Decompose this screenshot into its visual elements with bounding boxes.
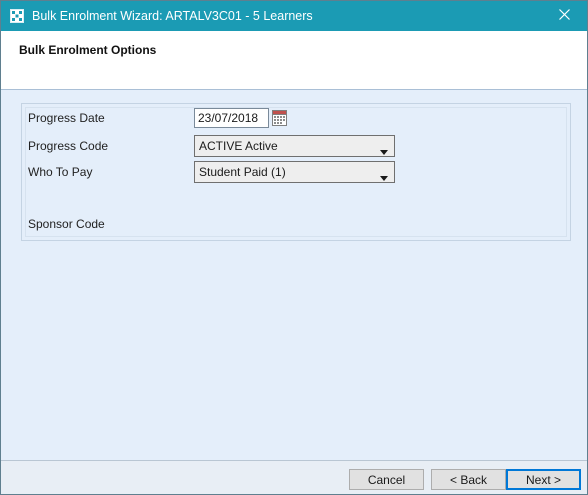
who-to-pay-label: Who To Pay — [28, 165, 93, 179]
progress-code-value: ACTIVE Active — [199, 139, 278, 153]
sponsor-code-label: Sponsor Code — [28, 217, 105, 231]
progress-code-select[interactable]: ACTIVE Active — [194, 135, 395, 157]
progress-code-label: Progress Code — [28, 139, 109, 153]
window-title: Bulk Enrolment Wizard: ARTALV3C01 - 5 Le… — [32, 9, 313, 23]
close-button[interactable] — [541, 1, 587, 31]
cancel-button[interactable]: Cancel — [349, 469, 424, 490]
progress-date-input[interactable] — [194, 108, 269, 128]
wizard-window: Bulk Enrolment Wizard: ARTALV3C01 - 5 Le… — [0, 0, 588, 495]
page-title: Bulk Enrolment Options — [19, 43, 157, 57]
wizard-footer: Cancel < Back Next > — [1, 460, 587, 494]
wizard-header: Bulk Enrolment Options — [1, 31, 587, 90]
title-bar: Bulk Enrolment Wizard: ARTALV3C01 - 5 Le… — [1, 1, 587, 31]
wizard-app-icon — [10, 9, 24, 23]
progress-date-label: Progress Date — [28, 111, 105, 125]
calendar-icon[interactable] — [272, 110, 287, 126]
close-icon — [558, 9, 570, 23]
chevron-down-icon — [380, 144, 388, 158]
who-to-pay-value: Student Paid (1) — [199, 165, 286, 179]
back-button[interactable]: < Back — [431, 469, 506, 490]
who-to-pay-select[interactable]: Student Paid (1) — [194, 161, 395, 183]
chevron-down-icon — [380, 170, 388, 184]
next-button[interactable]: Next > — [506, 469, 581, 490]
